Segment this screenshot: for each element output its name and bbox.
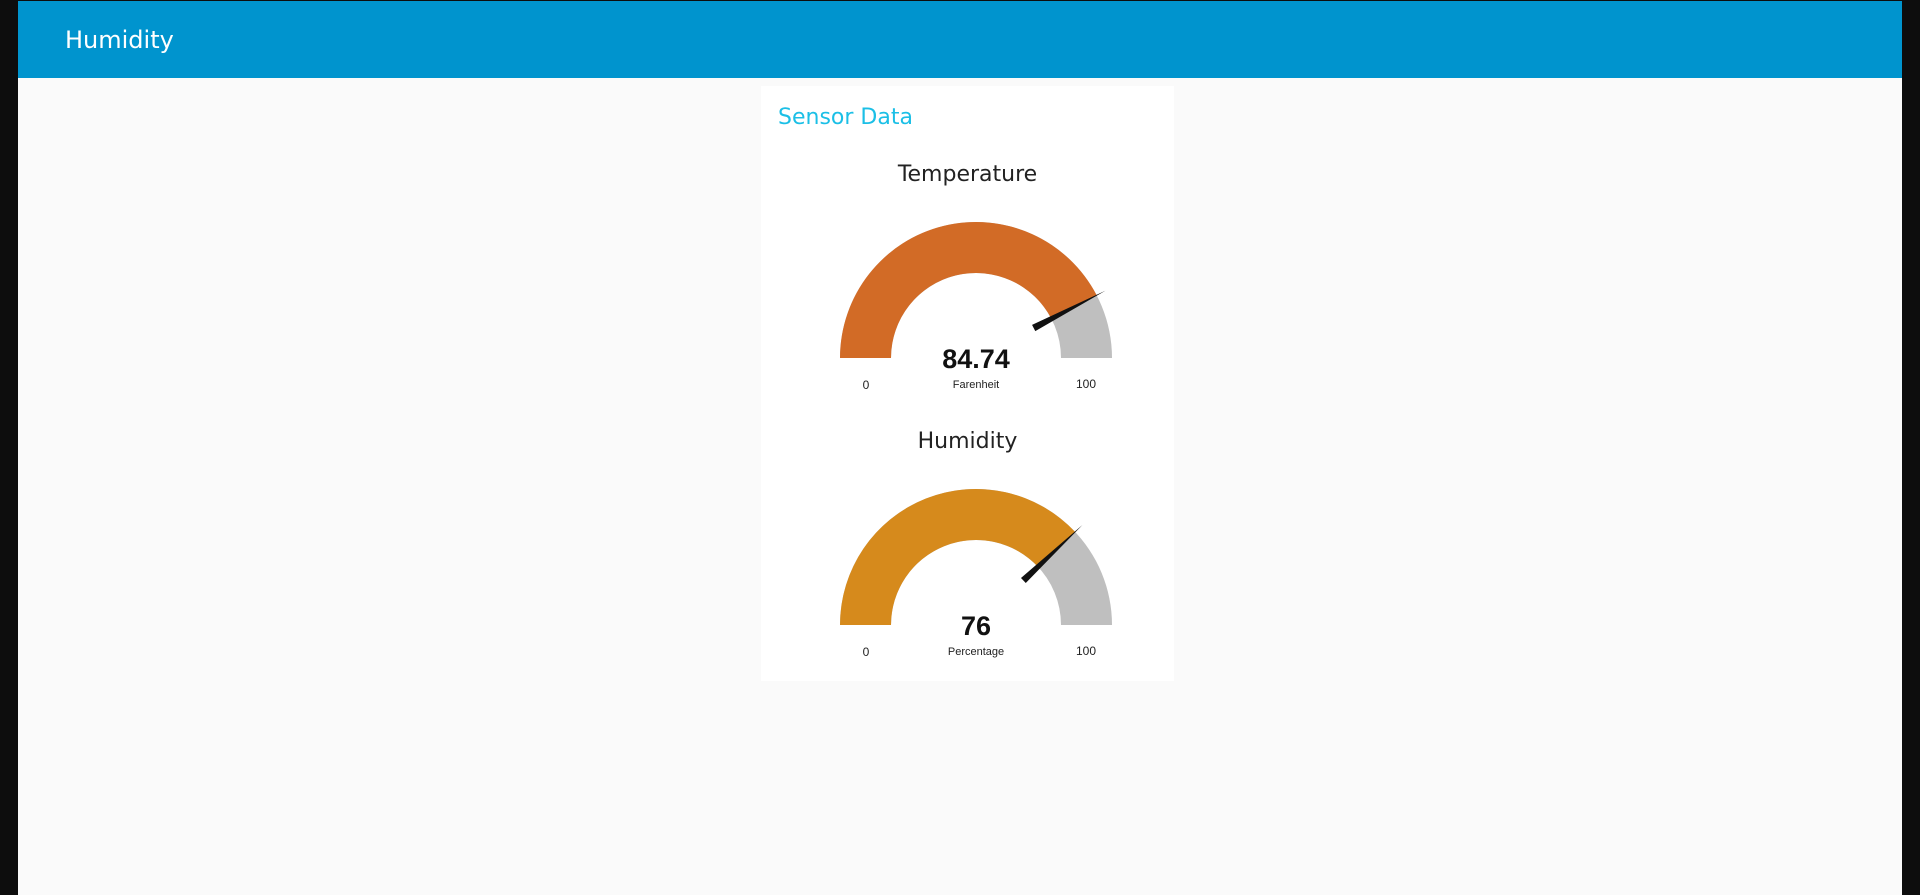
gauge-title: Temperature xyxy=(897,162,1038,187)
app-title: Humidity xyxy=(65,26,174,54)
gauge-min-label: 0 xyxy=(863,645,870,659)
humidity-gauge-svg: 76 Percentage 0 100 xyxy=(840,489,1112,659)
gauge-unit: Percentage xyxy=(948,646,1004,658)
card-title: Sensor Data xyxy=(778,105,913,130)
gauge-fill xyxy=(840,222,1097,358)
temperature-gauge: Temperature 84.74 Farenheit 0 100 xyxy=(761,161,1174,411)
temperature-gauge-svg: 84.74 Farenheit 0 100 xyxy=(840,222,1112,392)
top-bar: Humidity xyxy=(18,1,1902,78)
humidity-gauge: Humidity 76 Percentage 0 100 xyxy=(761,428,1174,678)
gauge-title: Humidity xyxy=(917,429,1018,454)
gauge-value: 76 xyxy=(961,611,991,641)
gauge-min-label: 0 xyxy=(863,378,870,392)
gauge-max-label: 100 xyxy=(1076,377,1096,391)
app-window: Humidity Sensor Data Temperature 84.74 F… xyxy=(18,1,1902,895)
gauge-value: 84.74 xyxy=(942,344,1010,374)
sensor-data-card: Sensor Data Temperature 84.74 Farenheit … xyxy=(761,86,1174,681)
gauge-unit: Farenheit xyxy=(953,379,999,391)
gauge-max-label: 100 xyxy=(1076,644,1096,658)
gauge-fill xyxy=(840,489,1076,625)
